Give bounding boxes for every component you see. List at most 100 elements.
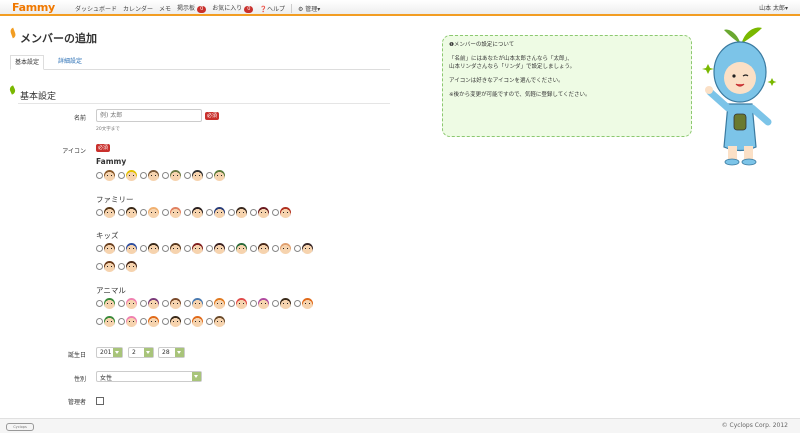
icon-radio[interactable] — [228, 245, 235, 252]
icon-radio[interactable] — [162, 245, 169, 252]
icon-radio[interactable] — [96, 209, 103, 216]
fammy-logo[interactable]: Fammy — [12, 1, 55, 14]
icon-option[interactable] — [140, 243, 159, 254]
icon-radio[interactable] — [96, 318, 103, 325]
icon-radio[interactable] — [184, 300, 191, 307]
icon-option[interactable] — [96, 170, 115, 181]
icon-option[interactable] — [228, 298, 247, 309]
nav-favorites[interactable]: お気に入り 0 — [212, 3, 254, 13]
icon-radio[interactable] — [184, 318, 191, 325]
icon-option[interactable] — [272, 298, 291, 309]
icon-option[interactable] — [206, 207, 225, 218]
icon-radio[interactable] — [250, 300, 257, 307]
icon-radio[interactable] — [184, 245, 191, 252]
icon-option[interactable] — [184, 170, 203, 181]
icon-radio[interactable] — [206, 245, 213, 252]
icon-option[interactable] — [184, 316, 203, 327]
nav-admin[interactable]: ⚙ 管理▾ — [298, 4, 320, 13]
nav-memo[interactable]: メモ — [159, 4, 171, 13]
icon-option[interactable] — [228, 207, 247, 218]
icon-radio[interactable] — [118, 245, 125, 252]
icon-option[interactable] — [118, 261, 137, 272]
nav-dashboard[interactable]: ダッシュボード — [75, 4, 117, 13]
icon-option[interactable] — [118, 298, 137, 309]
gender-select[interactable]: 女性 — [96, 371, 202, 382]
icon-radio[interactable] — [228, 209, 235, 216]
icon-option[interactable] — [96, 207, 115, 218]
icon-option[interactable] — [96, 298, 115, 309]
icon-option[interactable] — [162, 298, 181, 309]
icon-option[interactable] — [140, 207, 159, 218]
icon-option[interactable] — [140, 316, 159, 327]
icon-radio[interactable] — [272, 245, 279, 252]
birth-year-select[interactable]: 201 — [96, 347, 123, 358]
footer-logo[interactable]: Cyclops — [6, 423, 34, 431]
tab-basic[interactable]: 基本設定 — [10, 55, 45, 70]
icon-option[interactable] — [118, 243, 137, 254]
icon-radio[interactable] — [162, 209, 169, 216]
icon-radio[interactable] — [140, 245, 147, 252]
icon-radio[interactable] — [206, 300, 213, 307]
icon-option[interactable] — [96, 261, 115, 272]
icon-radio[interactable] — [140, 172, 147, 179]
icon-radio[interactable] — [206, 209, 213, 216]
icon-radio[interactable] — [96, 172, 103, 179]
icon-option[interactable] — [228, 243, 247, 254]
icon-option[interactable] — [118, 316, 137, 327]
icon-option[interactable] — [140, 298, 159, 309]
icon-option[interactable] — [250, 298, 269, 309]
icon-option[interactable] — [250, 243, 269, 254]
icon-option[interactable] — [162, 243, 181, 254]
icon-option[interactable] — [206, 243, 225, 254]
icon-radio[interactable] — [206, 318, 213, 325]
icon-option[interactable] — [184, 207, 203, 218]
icon-radio[interactable] — [118, 300, 125, 307]
icon-option[interactable] — [162, 207, 181, 218]
icon-radio[interactable] — [272, 209, 279, 216]
icon-radio[interactable] — [162, 172, 169, 179]
icon-radio[interactable] — [272, 300, 279, 307]
icon-radio[interactable] — [140, 209, 147, 216]
icon-option[interactable] — [184, 243, 203, 254]
icon-option[interactable] — [250, 207, 269, 218]
icon-radio[interactable] — [96, 300, 103, 307]
icon-option[interactable] — [272, 243, 291, 254]
icon-radio[interactable] — [294, 300, 301, 307]
icon-radio[interactable] — [228, 300, 235, 307]
icon-radio[interactable] — [294, 245, 301, 252]
icon-radio[interactable] — [206, 172, 213, 179]
icon-radio[interactable] — [140, 318, 147, 325]
icon-option[interactable] — [294, 243, 313, 254]
nav-help[interactable]: ❓ヘルプ — [259, 4, 285, 13]
nav-board[interactable]: 掲示板 0 — [177, 3, 207, 13]
admin-checkbox[interactable] — [96, 397, 104, 405]
icon-radio[interactable] — [250, 245, 257, 252]
icon-option[interactable] — [162, 316, 181, 327]
icon-option[interactable] — [140, 170, 159, 181]
tab-detail[interactable]: 詳細設定 — [54, 55, 86, 68]
icon-radio[interactable] — [184, 209, 191, 216]
icon-radio[interactable] — [250, 209, 257, 216]
icon-radio[interactable] — [96, 245, 103, 252]
icon-radio[interactable] — [118, 318, 125, 325]
icon-radio[interactable] — [118, 172, 125, 179]
birth-day-select[interactable]: 28 — [158, 347, 185, 358]
icon-option[interactable] — [272, 207, 291, 218]
icon-option[interactable] — [118, 170, 137, 181]
icon-radio[interactable] — [96, 263, 103, 270]
icon-option[interactable] — [184, 298, 203, 309]
icon-radio[interactable] — [184, 172, 191, 179]
icon-option[interactable] — [206, 298, 225, 309]
name-input[interactable] — [96, 109, 202, 122]
icon-radio[interactable] — [162, 300, 169, 307]
icon-radio[interactable] — [140, 300, 147, 307]
user-menu[interactable]: 山本 太郎▾ — [759, 3, 788, 12]
birth-month-select[interactable]: 2 — [128, 347, 154, 358]
icon-radio[interactable] — [118, 263, 125, 270]
icon-option[interactable] — [96, 316, 115, 327]
icon-radio[interactable] — [162, 318, 169, 325]
icon-option[interactable] — [294, 298, 313, 309]
icon-radio[interactable] — [118, 209, 125, 216]
icon-option[interactable] — [96, 243, 115, 254]
icon-option[interactable] — [206, 170, 225, 181]
